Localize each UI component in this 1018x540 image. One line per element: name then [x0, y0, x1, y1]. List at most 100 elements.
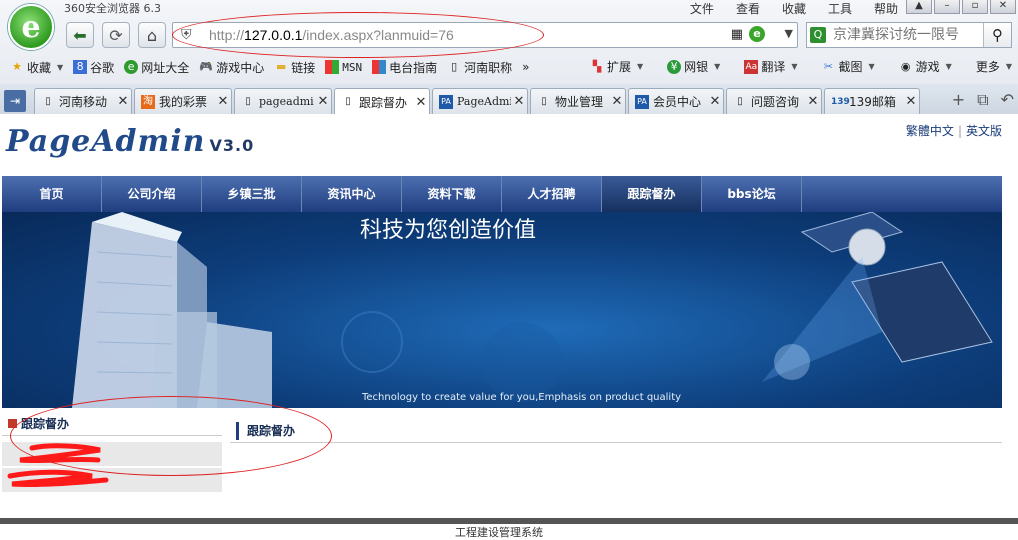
back-button[interactable]: ⬅ [66, 22, 94, 48]
new-tab-icon[interactable]: + [952, 90, 965, 110]
site-logo[interactable]: PageAdmin V3.0 [6, 124, 254, 159]
tab-question[interactable]: ▯ 问题咨询 ✕ [726, 88, 822, 114]
search-input[interactable] [833, 26, 983, 44]
window-controls: ▲ – ▫ ✕ [906, 0, 1016, 14]
menu-file[interactable]: 文件 [690, 0, 714, 17]
radio-icon [372, 60, 387, 74]
close-tab-icon[interactable]: ✕ [609, 94, 625, 109]
nav-township[interactable]: 乡镇三批 [202, 176, 302, 212]
close-tab-icon[interactable]: ✕ [707, 94, 723, 109]
toolbar-game[interactable]: ◉ 游戏 ▼ [899, 58, 952, 75]
close-tab-icon[interactable]: ✕ [215, 94, 231, 109]
menu-favorites[interactable]: 收藏 [782, 0, 806, 17]
lang-traditional-link[interactable]: 繁體中文 [906, 124, 954, 138]
bank-icon: ¥ [667, 59, 682, 74]
menu-tools[interactable]: 工具 [828, 0, 852, 17]
menu-help[interactable]: 帮助 [874, 0, 898, 17]
qrcode-icon[interactable]: ▦ [731, 27, 743, 42]
close-tab-icon[interactable]: ✕ [115, 94, 131, 109]
minimize-button[interactable]: – [934, 0, 960, 14]
page-icon: ▯ [737, 95, 743, 107]
pa-icon: PA [439, 94, 453, 109]
favorites-item-google[interactable]: 8 谷歌 [73, 59, 114, 76]
favorites-item-henan-title[interactable]: ▯ 河南职称 [447, 59, 512, 76]
sidebar-item[interactable] [2, 468, 222, 492]
skin-button[interactable]: ▲ [906, 0, 932, 14]
favorites-item-game-center[interactable]: 🎮 游戏中心 [199, 59, 264, 76]
lang-english-link[interactable]: 英文版 [966, 124, 1002, 138]
home-button[interactable]: ⌂ [138, 22, 166, 48]
browser-logo-icon: e [8, 4, 54, 50]
favorites-more-button[interactable]: » [522, 60, 529, 74]
security-shield-icon: ⛨ [181, 27, 192, 43]
home-icon: ⌂ [146, 25, 158, 45]
tab-property-mgmt[interactable]: ▯ 物业管理 ✕ [530, 88, 626, 114]
gamepad-icon: 🎮 [199, 60, 214, 73]
nav-tracking[interactable]: 跟踪督办 [602, 176, 702, 212]
tab-list-icon[interactable]: ⧉ [977, 90, 988, 110]
favorites-bar: ★ 收藏 ▼ 8 谷歌 e 网址大全 🎮 游戏中心 ▬ 链接 MSN 电台指南 ▯ 河南职称 … [0, 54, 1018, 80]
toolbar-more[interactable]: 更多 ▼ [976, 58, 1012, 75]
nav-company[interactable]: 公司介绍 [102, 176, 202, 212]
content-divider [230, 442, 1002, 443]
browser-title: 360安全浏览器 6.3 [64, 2, 161, 15]
search-engine-icon[interactable]: Q [810, 27, 826, 43]
tab-tools: + ⧉ ↶ [952, 90, 1014, 110]
nav-bbs[interactable]: bbs论坛 [702, 176, 802, 212]
close-tab-icon[interactable]: ✕ [413, 95, 429, 110]
nav-downloads[interactable]: 资料下载 [402, 176, 502, 212]
favorites-item-msn[interactable]: MSN [325, 60, 362, 74]
page-icon: ▯ [541, 95, 547, 107]
page-icon: ▯ [45, 95, 51, 107]
pa-icon: PA [635, 94, 649, 109]
nav-news[interactable]: 资讯中心 [302, 176, 402, 212]
close-tab-icon[interactable]: ✕ [511, 94, 527, 109]
tab-my-lottery[interactable]: 淘我的彩票 ✕ [134, 88, 232, 114]
tab-member-center[interactable]: PA 会员中心 ✕ [628, 88, 724, 114]
address-bar[interactable]: ⛨ http://127.0.0.1/index.aspx?lanmuid=76… [172, 22, 798, 48]
hero-banner: 科技为您创造价值 Technology to create value for … [2, 212, 1002, 408]
tab-tracking[interactable]: ▯ 跟踪督办 ✕ [334, 88, 430, 115]
translate-icon: Aa [744, 59, 759, 74]
close-window-button[interactable]: ✕ [990, 0, 1016, 14]
toolbar-screenshot[interactable]: ✂ 截图 ▼ [821, 58, 875, 75]
close-tab-icon[interactable]: ✕ [805, 94, 821, 109]
maximize-button[interactable]: ▫ [962, 0, 988, 14]
search-icon[interactable]: ⚲ [983, 23, 1011, 47]
left-sidebar: 跟踪督办 [2, 412, 222, 492]
favorites-item-collect[interactable]: ★ 收藏 ▼ [10, 59, 63, 76]
chevron-down-icon: ▼ [1005, 62, 1012, 71]
sidebar-toggle-icon[interactable]: ⇥ [4, 90, 26, 112]
menu-view[interactable]: 查看 [736, 0, 760, 17]
google-icon: 8 [73, 60, 88, 74]
compat-mode-icon[interactable]: e [749, 26, 765, 42]
sidebar-item[interactable] [2, 442, 222, 466]
chevron-down-icon: ▼ [868, 62, 875, 71]
screenshot-icon: ✂ [823, 59, 834, 73]
nav-jobs[interactable]: 人才招聘 [502, 176, 602, 212]
favorites-item-radio[interactable]: 电台指南 [372, 59, 437, 76]
toolbar-extension[interactable]: ▚ 扩展 ▼ [590, 58, 643, 75]
nav-home[interactable]: 首页 [2, 176, 102, 212]
tab-pageadmin-lower[interactable]: ▯ pageadmi ✕ [234, 88, 332, 114]
toolbar-translate[interactable]: Aa 翻译 ▼ [744, 58, 797, 75]
favorites-item-web-directory[interactable]: e 网址大全 [124, 59, 189, 76]
page-icon: ▯ [245, 95, 251, 107]
extension-icon: ▚ [592, 59, 602, 73]
undo-close-icon[interactable]: ↶ [1001, 90, 1014, 110]
tab-139mail[interactable]: 139 139邮箱 ✕ [824, 88, 920, 114]
tab-bar: ⇥ ▯ 河南移动 ✕ 淘我的彩票 ✕ ▯ pageadmi ✕ ▯ 跟踪督办 ✕ PA Page… [0, 84, 1018, 115]
url-text[interactable]: http://127.0.0.1/index.aspx?lanmuid=76 [209, 27, 454, 43]
main-nav: 首页 公司介绍 乡镇三批 资讯中心 资料下载 人才招聘 跟踪督办 bbs论坛 [2, 176, 1002, 212]
tab-pageadmin[interactable]: PA PageAdmi ✕ [432, 88, 528, 114]
close-tab-icon[interactable]: ✕ [315, 94, 331, 109]
chevron-down-icon: ▼ [791, 62, 798, 71]
tab-henan-mobile[interactable]: ▯ 河南移动 ✕ [34, 88, 132, 114]
toolbar-netbank[interactable]: ¥ 网银 ▼ [667, 58, 720, 75]
favorites-item-links[interactable]: ▬ 链接 [274, 59, 315, 76]
content-title: 跟踪督办 [236, 422, 295, 440]
address-dropdown-icon[interactable]: ▼ [785, 27, 793, 40]
close-tab-icon[interactable]: ✕ [903, 94, 919, 109]
toolbar-right: ▚ 扩展 ▼ ¥ 网银 ▼ Aa 翻译 ▼ ✂ 截图 ▼ ◉ 游戏 ▼ 更多 ▼ [580, 58, 1012, 75]
refresh-button[interactable]: ⟳ [102, 22, 130, 48]
